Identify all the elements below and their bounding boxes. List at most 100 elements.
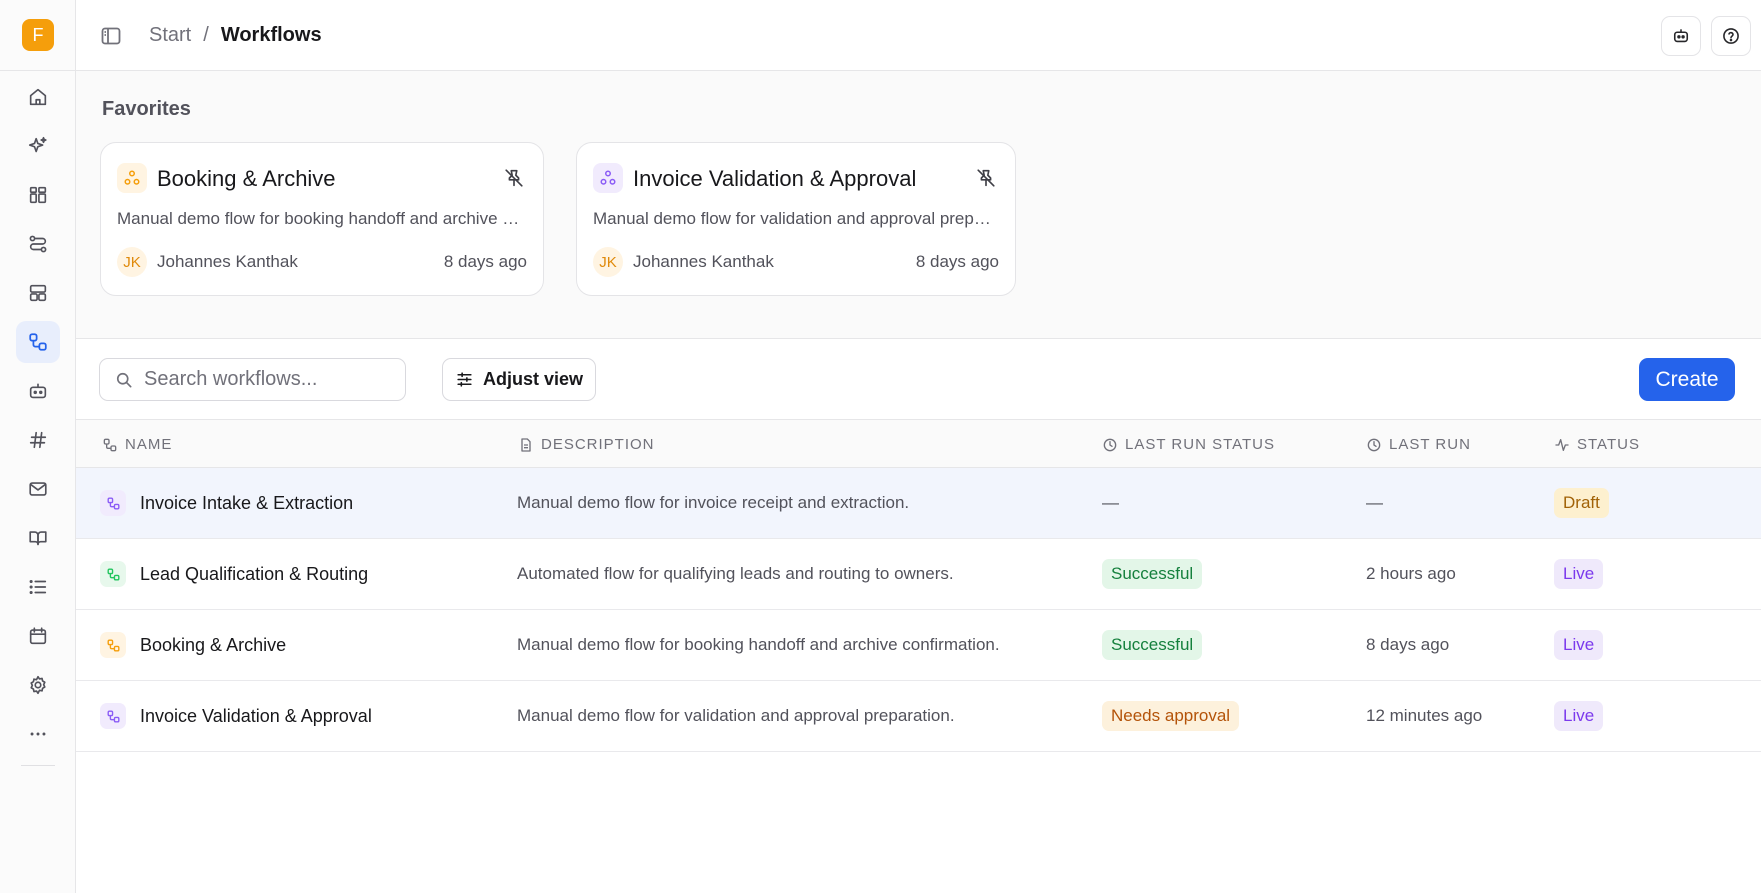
column-header-label: NAME (125, 436, 173, 453)
list-icon (29, 579, 47, 595)
table-row[interactable]: Invoice Intake & Extraction Manual demo … (76, 468, 1761, 539)
table-row[interactable]: Lead Qualification & Routing Automated f… (76, 539, 1761, 610)
workflows-table: NAME DESCRIPTION LAST RUN STATUS LAST RU… (76, 419, 1761, 752)
status-badge: Live (1554, 701, 1604, 731)
workflow-icon (100, 703, 126, 729)
favorite-card[interactable]: Invoice Validation & Approval Manual dem… (576, 142, 1016, 296)
sidebar-item-agents[interactable] (16, 370, 60, 412)
column-header-label: DESCRIPTION (541, 436, 655, 453)
workflow-icon (100, 490, 126, 516)
workflow-name[interactable]: Invoice Validation & Approval (140, 706, 372, 727)
column-header-label: LAST RUN STATUS (1125, 436, 1276, 453)
hash-icon (29, 431, 47, 449)
sidebar-item-layouts[interactable] (16, 272, 60, 314)
status-badge: Live (1554, 559, 1604, 589)
sidebar-item-channels[interactable] (16, 419, 60, 461)
sidebar-item-lists[interactable] (16, 566, 60, 608)
document-icon (521, 437, 531, 452)
sidebar-item-workflows[interactable] (16, 321, 60, 363)
workflow-icon (100, 632, 126, 658)
favorite-name: Invoice Validation & Approval (633, 166, 917, 191)
last-run: 8 days ago (1366, 635, 1450, 654)
mail-icon (29, 482, 47, 496)
favorite-card[interactable]: Booking & Archive Manual demo flow for b… (100, 142, 544, 296)
search-box[interactable] (99, 358, 406, 401)
workflow-icon (103, 438, 117, 451)
workflow-icon (29, 333, 47, 351)
pin-off-icon (977, 169, 995, 187)
table-row[interactable]: Invoice Validation & Approval Manual dem… (76, 681, 1761, 752)
sidebar-panel-icon (101, 27, 121, 45)
sidebar-toggle-button[interactable] (98, 23, 124, 49)
sidebar-item-docs[interactable] (16, 517, 60, 559)
last-run-status-badge: Needs approval (1102, 701, 1240, 731)
search-input[interactable] (144, 368, 384, 391)
workflow-icon (100, 561, 126, 587)
sidebar-item-flows[interactable] (16, 223, 60, 265)
workflows-toolbar: Adjust view Create (76, 339, 1761, 419)
column-header-label: STATUS (1577, 436, 1640, 453)
layout-icon (29, 284, 47, 302)
sidebar-item-more[interactable] (16, 713, 60, 755)
last-run: — (1366, 493, 1383, 512)
workflow-name[interactable]: Booking & Archive (140, 635, 286, 656)
book-icon (29, 531, 47, 546)
column-header-status[interactable]: STATUS (1554, 420, 1640, 469)
workflow-name[interactable]: Lead Qualification & Routing (140, 564, 368, 585)
unpin-button[interactable] (975, 167, 997, 189)
column-header-last-run[interactable]: LAST RUN (1366, 420, 1471, 469)
unpin-button[interactable] (503, 167, 525, 189)
activity-icon (1555, 438, 1569, 451)
help-button[interactable] (1711, 16, 1751, 56)
last-run-status-badge: Successful (1102, 630, 1203, 660)
sidebar-item-ai[interactable] (16, 125, 60, 167)
flow-icon (29, 235, 47, 253)
status-badge: Live (1554, 630, 1604, 660)
column-header-last-run-status[interactable]: LAST RUN STATUS (1102, 420, 1275, 469)
sidebar-item-calendar[interactable] (16, 615, 60, 657)
sidebar-item-settings[interactable] (16, 664, 60, 706)
breadcrumb-separator: / (203, 24, 209, 46)
sidebar-item-mail[interactable] (16, 468, 60, 510)
bot-icon (29, 383, 47, 399)
app-logo[interactable]: F (22, 19, 54, 51)
sidebar-item-apps[interactable] (16, 174, 60, 216)
settings-icon (30, 675, 46, 695)
workflow-description: Manual demo flow for invoice receipt and… (517, 493, 910, 512)
search-icon (116, 372, 132, 387)
clock-icon (1103, 438, 1117, 451)
last-run-status-badge: Successful (1102, 559, 1203, 589)
assistant-button[interactable] (1661, 16, 1701, 56)
last-run-status: — (1102, 493, 1119, 512)
create-button[interactable]: Create (1639, 358, 1735, 401)
table-row[interactable]: Booking & Archive Manual demo flow for b… (76, 610, 1761, 681)
column-header-description[interactable]: DESCRIPTION (518, 420, 655, 469)
clock-icon (1367, 438, 1381, 451)
top-header: Start / Workflows (76, 0, 1761, 71)
help-icon (1723, 28, 1739, 44)
table-header: NAME DESCRIPTION LAST RUN STATUS LAST RU… (76, 419, 1761, 468)
workflow-icon (117, 163, 147, 193)
favorite-description: Manual demo flow for booking handoff and… (117, 209, 527, 228)
favorite-name: Booking & Archive (157, 166, 336, 191)
favorite-owner: Johannes Kanthak (633, 252, 774, 271)
favorite-time: 8 days ago (915, 252, 999, 271)
favorite-time: 8 days ago (443, 252, 527, 271)
workflow-name[interactable]: Invoice Intake & Extraction (140, 493, 353, 514)
home-icon (29, 88, 47, 106)
breadcrumb-start-link[interactable]: Start (149, 24, 191, 47)
avatar: JK (593, 247, 623, 277)
favorite-owner: Johannes Kanthak (157, 252, 298, 271)
sidebar-header-divider (0, 70, 76, 71)
sidebar-nav (0, 76, 76, 776)
sidebar-item-home[interactable] (16, 76, 60, 118)
widgets-icon (29, 186, 47, 204)
breadcrumb-current: Workflows (220, 24, 322, 46)
calendar-icon (29, 627, 47, 645)
avatar: JK (117, 247, 147, 277)
breadcrumb: Start / Workflows (149, 24, 322, 47)
column-header-name[interactable]: NAME (102, 420, 172, 469)
workflow-description: Manual demo flow for validation and appr… (517, 706, 955, 725)
adjust-view-button[interactable]: Adjust view (442, 358, 596, 401)
workflow-description: Manual demo flow for booking handoff and… (517, 635, 1000, 654)
